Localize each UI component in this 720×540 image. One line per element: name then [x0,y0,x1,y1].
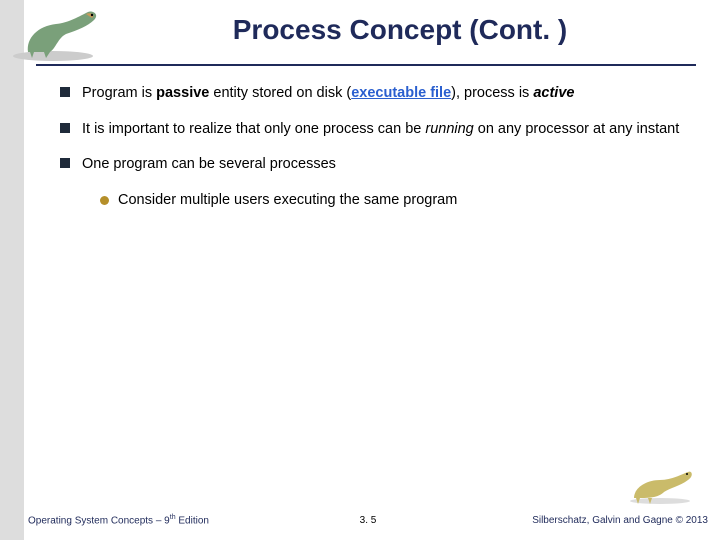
square-bullet-icon [60,87,70,97]
text: Consider multiple users executing the sa… [118,192,457,208]
footer-right: Silberschatz, Galvin and Gagne © 2013 [532,515,708,526]
text: on any processor at any instant [474,121,680,137]
subbullet-3a: Consider multiple users executing the sa… [60,191,680,211]
text: ), process is [451,85,533,101]
square-bullet-icon [60,158,70,168]
text: It is important to realize that only one… [82,121,425,137]
text-active: active [533,85,574,101]
text: Operating System Concepts – 9 [28,515,170,526]
text: One program can be several processes [82,156,336,172]
text-running: running [425,121,473,137]
footer-left: Operating System Concepts – 9th Edition [28,514,209,526]
text-passive: passive [156,85,209,101]
content-area: Program is passive entity stored on disk… [60,84,680,224]
dinosaur-logo-bottom [624,468,696,506]
bullet-2: It is important to realize that only one… [60,120,680,140]
footer: Operating System Concepts – 9th Edition … [28,510,708,530]
square-bullet-icon [60,123,70,133]
bullet-1: Program is passive entity stored on disk… [60,84,680,104]
slide: Process Concept (Cont. ) Program is pass… [0,0,720,540]
footer-page-number: 3. 5 [360,515,377,526]
bullet-3: One program can be several processes [60,155,680,175]
slide-title: Process Concept (Cont. ) [120,14,680,46]
title-rule [36,64,696,66]
dinosaur-logo-top [8,8,108,64]
text: Edition [176,515,209,526]
text: entity stored on disk ( [209,85,351,101]
text: Program is [82,85,156,101]
side-accent [0,0,24,540]
link-executable-file[interactable]: executable file [351,85,451,101]
circle-bullet-icon [100,196,109,205]
